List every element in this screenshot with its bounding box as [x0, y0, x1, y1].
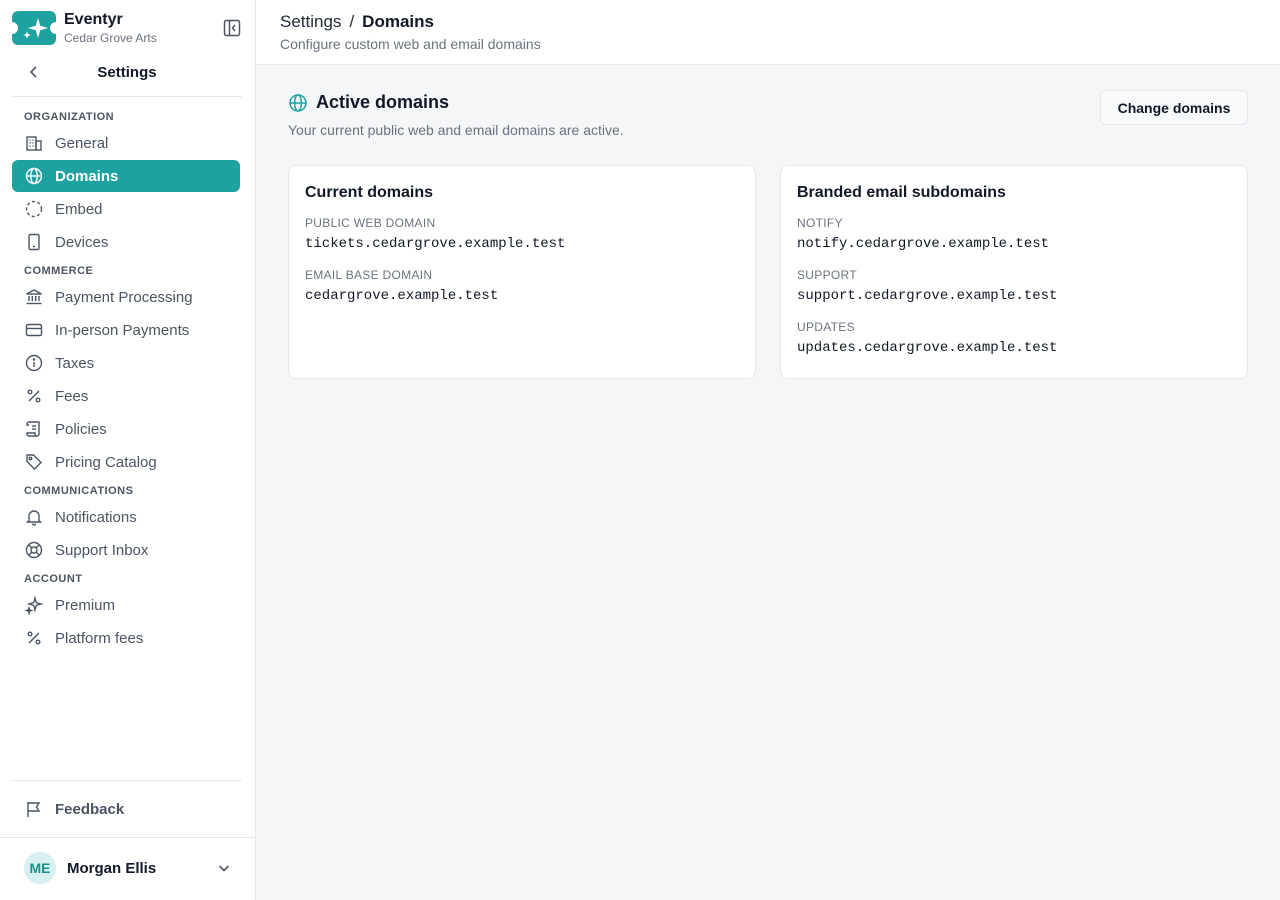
- lifebuoy-icon: [24, 540, 44, 560]
- brand[interactable]: Eventyr Cedar Grove Arts: [12, 10, 244, 46]
- nav-item-premium[interactable]: Premium: [12, 589, 240, 621]
- page-header: Settings / Domains Configure custom web …: [256, 0, 1280, 65]
- credit-card-icon: [24, 320, 44, 340]
- divider: [12, 780, 242, 781]
- settings-title: Settings: [97, 63, 157, 81]
- nav-item-in-person-payments[interactable]: In-person Payments: [12, 314, 240, 346]
- nav-item-taxes[interactable]: Taxes: [12, 347, 240, 379]
- nav-item-domains[interactable]: Domains: [12, 160, 240, 192]
- flag-icon: [24, 799, 44, 819]
- breadcrumb-separator: /: [349, 12, 355, 31]
- nav-item-label: Notifications: [55, 508, 137, 526]
- building-icon: [24, 133, 44, 153]
- tag-icon: [24, 452, 44, 472]
- sparkles-icon: [24, 595, 44, 616]
- email-base-domain-label: EMAIL BASE DOMAIN: [305, 268, 433, 282]
- divider: [12, 96, 242, 97]
- breadcrumb-root[interactable]: Settings: [280, 12, 341, 32]
- nav-item-notifications[interactable]: Notifications: [12, 501, 240, 533]
- section-title: Active domains: [288, 92, 449, 113]
- bank-icon: [24, 287, 44, 307]
- nav-item-policies[interactable]: Policies: [12, 413, 240, 445]
- change-domains-button[interactable]: Change domains: [1100, 90, 1248, 125]
- nav-item-payment-processing[interactable]: Payment Processing: [12, 281, 240, 313]
- settings-nav: ORGANIZATION General Domains Embed Devic…: [12, 108, 240, 655]
- settings-header: Settings: [12, 56, 242, 88]
- percent-icon: [24, 386, 44, 406]
- nav-item-label: Platform fees: [55, 629, 144, 647]
- avatar: ME: [24, 852, 56, 884]
- nav-item-label: Domains: [55, 167, 119, 185]
- user-menu[interactable]: ME Morgan Ellis: [24, 852, 236, 884]
- current-domains-card: Current domains PUBLIC WEB DOMAIN ticket…: [288, 165, 756, 379]
- nav-item-label: Support Inbox: [55, 541, 149, 559]
- nav-section-account: ACCOUNT: [24, 573, 83, 585]
- feedback-button[interactable]: Feedback: [12, 792, 240, 826]
- nav-item-label: Premium: [55, 596, 116, 614]
- support-value: support.cedargrove.example.test: [797, 288, 1058, 304]
- nav-item-devices[interactable]: Devices: [12, 226, 240, 258]
- section-title-text: Active domains: [316, 92, 450, 112]
- feedback-label: Feedback: [55, 800, 125, 818]
- branded-subdomains-card: Branded email subdomains NOTIFY notify.c…: [780, 165, 1248, 379]
- globe-icon: [24, 166, 44, 186]
- card-title: Branded email subdomains: [797, 184, 1006, 201]
- nav-section-commerce: COMMERCE: [24, 265, 94, 277]
- divider: [0, 837, 256, 838]
- nav-item-pricing-catalog[interactable]: Pricing Catalog: [12, 446, 240, 478]
- nav-item-platform-fees[interactable]: Platform fees: [12, 622, 240, 654]
- nav-item-label: Taxes: [55, 354, 95, 372]
- breadcrumb: Settings / Domains: [280, 12, 434, 32]
- sidebar-collapse-icon[interactable]: [222, 18, 242, 38]
- updates-label: UPDATES: [797, 320, 855, 334]
- nav-item-label: General: [55, 134, 109, 152]
- nav-item-label: Policies: [55, 420, 107, 438]
- user-name: Morgan Ellis: [67, 859, 157, 877]
- nav-item-label: Devices: [55, 233, 109, 251]
- brand-name: Eventyr: [64, 10, 123, 28]
- bell-icon: [24, 507, 44, 527]
- tablet-icon: [24, 232, 44, 252]
- nav-section-communications: COMMUNICATIONS: [24, 485, 134, 497]
- nav-item-support-inbox[interactable]: Support Inbox: [12, 534, 240, 566]
- support-label: SUPPORT: [797, 268, 857, 282]
- sidebar: Eventyr Cedar Grove Arts Settings ORGANI…: [0, 0, 256, 900]
- nav-item-embed[interactable]: Embed: [12, 193, 240, 225]
- section-subtitle: Your current public web and email domain…: [288, 122, 624, 138]
- nav-item-fees[interactable]: Fees: [12, 380, 240, 412]
- globe-icon: [288, 93, 308, 113]
- dashed-circle-icon: [24, 199, 44, 219]
- notify-value: notify.cedargrove.example.test: [797, 236, 1050, 252]
- brand-org: Cedar Grove Arts: [64, 30, 157, 45]
- info-icon: [24, 353, 44, 373]
- chevron-down-icon[interactable]: [216, 860, 232, 876]
- brand-logo-icon: [12, 11, 56, 45]
- nav-item-label: Payment Processing: [55, 288, 193, 306]
- public-web-domain-value: tickets.cedargrove.example.test: [305, 236, 566, 252]
- nav-item-label: Fees: [55, 387, 89, 405]
- nav-item-label: In-person Payments: [55, 321, 190, 339]
- percent-icon: [24, 628, 44, 648]
- breadcrumb-current: Domains: [362, 12, 434, 31]
- nav-section-organization: ORGANIZATION: [24, 111, 115, 123]
- public-web-domain-label: PUBLIC WEB DOMAIN: [305, 216, 436, 230]
- nav-item-general[interactable]: General: [12, 127, 240, 159]
- notify-label: NOTIFY: [797, 216, 843, 230]
- email-base-domain-value: cedargrove.example.test: [305, 288, 499, 304]
- page-subtitle: Configure custom web and email domains: [280, 36, 541, 52]
- updates-value: updates.cedargrove.example.test: [797, 340, 1058, 356]
- nav-item-label: Embed: [55, 200, 103, 218]
- card-title: Current domains: [305, 184, 434, 201]
- nav-item-label: Pricing Catalog: [55, 453, 157, 471]
- scroll-icon: [24, 419, 44, 439]
